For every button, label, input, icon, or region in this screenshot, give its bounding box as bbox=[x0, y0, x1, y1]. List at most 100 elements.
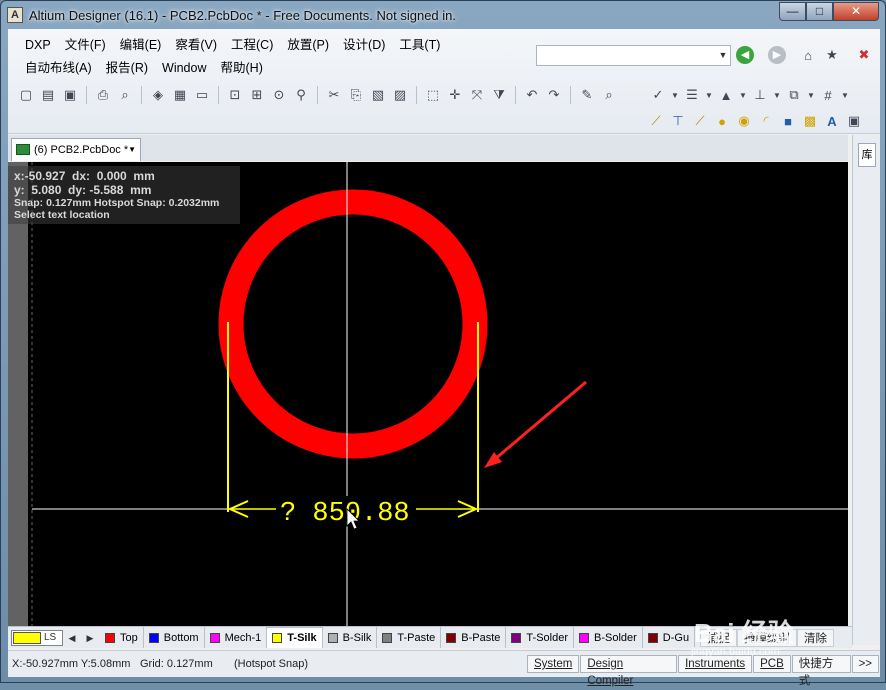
menu-design[interactable]: 设计(D) bbox=[336, 35, 392, 55]
pad-circle bbox=[218, 189, 488, 459]
menu-edit[interactable]: 编辑(E) bbox=[113, 35, 169, 55]
address-input[interactable] bbox=[536, 45, 731, 66]
pad-icon[interactable]: ● bbox=[712, 111, 732, 131]
design-compiler-button[interactable]: Design Compiler bbox=[580, 655, 678, 687]
new-file-icon[interactable]: ▢ bbox=[16, 85, 36, 105]
layer-tab-bottom[interactable]: Bottom bbox=[144, 627, 205, 648]
diff-pair-route-icon[interactable]: ⊤ bbox=[668, 111, 688, 131]
save-icon[interactable]: ▣ bbox=[60, 85, 80, 105]
dropdown-icon[interactable]: ▼ bbox=[806, 85, 816, 105]
menu-dxp[interactable]: DXP bbox=[18, 35, 58, 55]
menu-window[interactable]: Window bbox=[155, 58, 213, 78]
copy-icon[interactable]: ⎘ bbox=[346, 85, 366, 105]
redo-icon[interactable]: ↷ bbox=[544, 85, 564, 105]
menu-help[interactable]: 帮助(H) bbox=[214, 58, 270, 78]
dropdown-icon[interactable]: ▼ bbox=[704, 85, 714, 105]
room-icon[interactable]: ⧉ bbox=[784, 85, 804, 105]
menu-autoroute[interactable]: 自动布线(A) bbox=[18, 58, 99, 78]
layer-tab-b-solder[interactable]: B-Solder bbox=[574, 627, 643, 648]
layer-tab-mech-1[interactable]: Mech-1 bbox=[205, 627, 268, 648]
clear-filter-icon[interactable]: ⧩ bbox=[489, 85, 509, 105]
folder-icon[interactable]: ▭ bbox=[192, 85, 212, 105]
search-icon[interactable]: ▲ bbox=[716, 85, 736, 105]
rubber-stamp-icon[interactable]: ▨ bbox=[390, 85, 410, 105]
more-panels-button[interactable]: >> bbox=[851, 655, 879, 673]
layer-tab-top[interactable]: Top bbox=[100, 627, 144, 648]
close-document-icon[interactable]: ✖ bbox=[854, 45, 874, 65]
deselect-icon[interactable]: ⤧ bbox=[467, 85, 487, 105]
open-file-icon[interactable]: ▤ bbox=[38, 85, 58, 105]
zoom-fit-icon[interactable]: ⊡ bbox=[225, 85, 245, 105]
dropdown-icon[interactable]: ▼ bbox=[738, 85, 748, 105]
layer-tab-d-gu[interactable]: D-Gu bbox=[643, 627, 696, 648]
minimize-button[interactable]: — bbox=[779, 2, 806, 21]
move-icon[interactable]: ✛ bbox=[445, 85, 465, 105]
layer-color-swatch bbox=[148, 632, 159, 643]
polygon-icon[interactable]: ▩ bbox=[800, 111, 820, 131]
layer-next-icon[interactable]: ▶ bbox=[82, 630, 98, 646]
menu-tools[interactable]: 工具(T) bbox=[392, 35, 447, 55]
menu-place[interactable]: 放置(P) bbox=[280, 35, 336, 55]
layer-prev-icon[interactable]: ◀ bbox=[64, 630, 80, 646]
browse-component-icon[interactable]: ⌕ bbox=[599, 85, 619, 105]
layer-tab-t-solder[interactable]: T-Solder bbox=[506, 627, 574, 648]
fill-icon[interactable]: ■ bbox=[778, 111, 798, 131]
interactive-route-icon[interactable]: ⟋ bbox=[646, 111, 666, 131]
dimension-icon[interactable]: ⊥ bbox=[750, 85, 770, 105]
layer-tab-b-paste[interactable]: B-Paste bbox=[441, 627, 507, 648]
menu-file[interactable]: 文件(F) bbox=[58, 35, 113, 55]
menu-row-1: DXP 文件(F) 编辑(E) 察看(V) 工程(C) 放置(P) 设计(D) … bbox=[18, 35, 447, 55]
client-area: DXP 文件(F) 编辑(E) 察看(V) 工程(C) 放置(P) 设计(D) … bbox=[8, 29, 880, 687]
cross-probe-icon[interactable]: ✎ bbox=[577, 85, 597, 105]
print-icon[interactable]: ⎙ bbox=[93, 85, 113, 105]
maximize-button[interactable]: □ bbox=[806, 2, 833, 21]
annotation-arrow bbox=[487, 380, 587, 467]
board-icon[interactable]: ▦ bbox=[170, 85, 190, 105]
libraries-panel-tab[interactable]: 库 bbox=[858, 143, 876, 167]
clear-button[interactable]: 清除 bbox=[797, 629, 834, 647]
select-area-icon[interactable]: ⬚ bbox=[423, 85, 443, 105]
dropdown-icon[interactable]: ▼ bbox=[670, 85, 680, 105]
pcb-canvas[interactable]: ? 850.88 x:-50.927 dx: 0.000 mm y: 5.080… bbox=[8, 162, 848, 626]
menu-reports[interactable]: 报告(R) bbox=[99, 58, 155, 78]
utility-tools-icon[interactable]: ✓ bbox=[648, 85, 668, 105]
dropdown-icon[interactable]: ▼ bbox=[772, 85, 782, 105]
via-icon[interactable]: ◉ bbox=[734, 111, 754, 131]
back-icon[interactable]: ◀ bbox=[736, 46, 754, 64]
menu-view[interactable]: 察看(V) bbox=[168, 35, 224, 55]
undo-icon[interactable]: ↶ bbox=[522, 85, 542, 105]
tab-pcb2[interactable]: (6) PCB2.PcbDoc * ▼ bbox=[11, 138, 141, 161]
chevron-down-icon[interactable]: ▼ bbox=[128, 139, 136, 161]
layer-tab-t-silk[interactable]: T-Silk bbox=[267, 627, 323, 648]
grid-icon[interactable]: # bbox=[818, 85, 838, 105]
paste-icon[interactable]: ▧ bbox=[368, 85, 388, 105]
zoom-selected-icon[interactable]: ⊙ bbox=[269, 85, 289, 105]
layer-set-button[interactable]: LS bbox=[11, 630, 63, 646]
align-icon[interactable]: ☰ bbox=[682, 85, 702, 105]
zoom-area-icon[interactable]: ⊞ bbox=[247, 85, 267, 105]
string-icon[interactable]: A bbox=[822, 111, 842, 131]
window-title: Altium Designer (16.1) - PCB2.PcbDoc * -… bbox=[29, 8, 457, 23]
menu-project[interactable]: 工程(C) bbox=[224, 35, 280, 55]
component-icon[interactable]: ▣ bbox=[844, 111, 864, 131]
cut-icon[interactable]: ✂ bbox=[324, 85, 344, 105]
title-bar[interactable]: A Altium Designer (16.1) - PCB2.PcbDoc *… bbox=[1, 1, 885, 29]
layer-tab-t-paste[interactable]: T-Paste bbox=[377, 627, 442, 648]
shortcuts-button[interactable]: 快捷方式 bbox=[791, 655, 851, 687]
favorites-icon[interactable]: ★ bbox=[822, 45, 842, 65]
arc-icon[interactable]: ◜ bbox=[756, 111, 776, 131]
3d-view-icon[interactable]: ◈ bbox=[148, 85, 168, 105]
forward-icon[interactable]: ▶ bbox=[768, 46, 786, 64]
layer-tab-b-silk[interactable]: B-Silk bbox=[323, 627, 378, 648]
doc-tab-label: (6) PCB2.PcbDoc * bbox=[34, 144, 129, 156]
status-grid: Grid: 0.127mm bbox=[140, 658, 213, 670]
dropdown-icon[interactable]: ▼ bbox=[840, 85, 850, 105]
home-icon[interactable]: ⌂ bbox=[798, 45, 818, 65]
multi-route-icon[interactable]: ⟋ bbox=[690, 111, 710, 131]
print-preview-icon[interactable]: ⌕ bbox=[115, 85, 135, 105]
address-dropdown-icon[interactable]: ▼ bbox=[716, 46, 730, 65]
close-button[interactable]: ✕ bbox=[833, 2, 879, 21]
system-panel-button[interactable]: System bbox=[527, 655, 580, 673]
filter-icon[interactable]: ⚲ bbox=[291, 85, 311, 105]
hud-x-coords: x:-50.927 dx: 0.000 mm bbox=[14, 169, 155, 183]
